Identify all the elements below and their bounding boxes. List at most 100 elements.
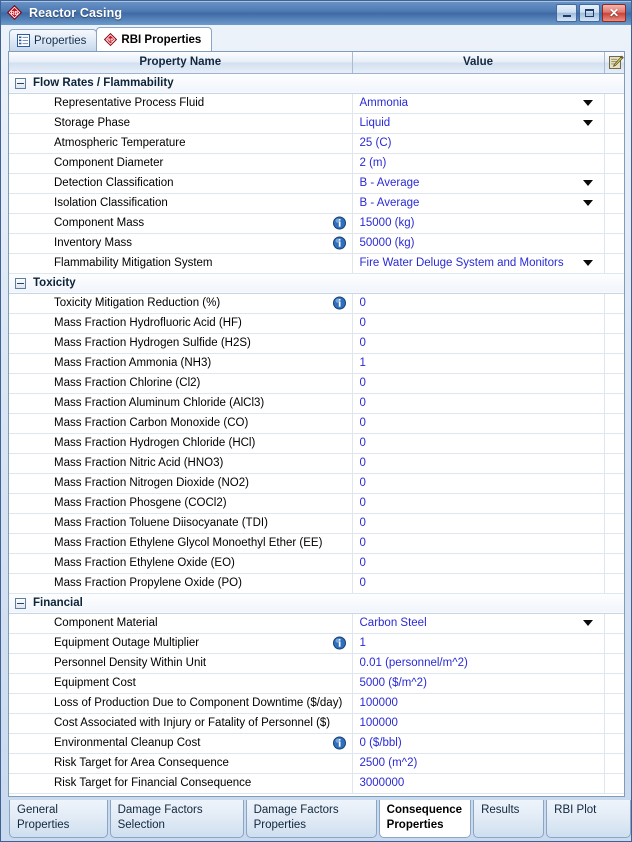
property-value-cell[interactable]: 0.01 (personnel/m^2) (352, 653, 605, 674)
property-row[interactable]: Mass Fraction Phosgene (COCl2) 0 (9, 493, 624, 514)
group-header-row[interactable]: Flow Rates / Flammability (9, 73, 624, 94)
property-value-cell[interactable]: B - Average (352, 193, 605, 214)
property-row[interactable]: Flammability Mitigation System Fire Water… (9, 253, 624, 274)
property-value-cell[interactable]: 25 (C) (352, 133, 605, 154)
info-icon[interactable] (332, 636, 346, 650)
property-value-cell[interactable]: 0 (352, 533, 605, 554)
property-row[interactable]: Risk Target for Financial Consequence 300… (9, 773, 624, 794)
chevron-down-icon[interactable] (582, 620, 593, 626)
property-row[interactable]: Mass Fraction Aluminum Chloride (AlCl3) 0 (9, 393, 624, 414)
property-value-cell[interactable]: 2 (m) (352, 153, 605, 174)
collapse-expander-icon[interactable] (15, 277, 26, 289)
property-value-cell[interactable]: Liquid (352, 113, 605, 134)
chevron-down-icon[interactable] (582, 120, 593, 126)
property-value-cell[interactable]: 50000 (kg) (352, 233, 605, 254)
property-value-cell[interactable]: 3000000 (352, 773, 605, 794)
property-row[interactable]: Mass Fraction Ethylene Glycol Monoethyl … (9, 533, 624, 554)
info-icon[interactable] (332, 736, 346, 750)
collapse-expander-icon[interactable] (15, 77, 26, 89)
chevron-down-icon[interactable] (582, 100, 593, 106)
bottom-tab[interactable]: Damage Factors Properties (245, 800, 377, 838)
bottom-tab[interactable]: Results (473, 800, 545, 838)
property-value-cell[interactable]: 0 (352, 473, 605, 494)
info-icon[interactable] (332, 216, 346, 230)
svg-text:RB: RB (11, 11, 19, 17)
bottom-tab[interactable]: RBI Plot (546, 800, 631, 838)
property-row[interactable]: Detection Classification B - Average (9, 173, 624, 194)
info-icon[interactable] (332, 296, 346, 310)
property-row[interactable]: Toxicity Mitigation Reduction (%) 0 (9, 293, 624, 314)
property-row[interactable]: Risk Target for Area Consequence 2500 (m^… (9, 753, 624, 774)
property-row[interactable]: Loss of Production Due to Component Down… (9, 693, 624, 714)
bottom-tab[interactable]: Consequence Properties (378, 800, 472, 838)
property-value-cell[interactable]: 1 (352, 633, 605, 654)
property-row[interactable]: Mass Fraction Hydrofluoric Acid (HF) 0 (9, 313, 624, 334)
property-row[interactable]: Component Material Carbon Steel (9, 613, 624, 634)
minimize-button[interactable] (556, 4, 577, 22)
column-header-property-name[interactable]: Property Name (9, 52, 353, 74)
close-button[interactable]: ✕ (602, 4, 626, 22)
bottom-tab[interactable]: General Properties (9, 800, 108, 838)
property-value-cell[interactable]: 100000 (352, 713, 605, 734)
property-row[interactable]: Mass Fraction Ethylene Oxide (EO) 0 (9, 553, 624, 574)
property-row[interactable]: Inventory Mass 50000 (kg) (9, 233, 624, 254)
property-row[interactable]: Component Mass 15000 (kg) (9, 213, 624, 234)
property-row[interactable]: Mass Fraction Carbon Monoxide (CO) 0 (9, 413, 624, 434)
property-value-cell[interactable]: 15000 (kg) (352, 213, 605, 234)
group-header-row[interactable]: Financial (9, 593, 624, 614)
chevron-down-icon[interactable] (582, 180, 593, 186)
property-row[interactable]: Mass Fraction Hydrogen Chloride (HCl) 0 (9, 433, 624, 454)
property-row[interactable]: Mass Fraction Propylene Oxide (PO) 0 (9, 573, 624, 594)
property-row[interactable]: Component Diameter 2 (m) (9, 153, 624, 174)
chevron-down-icon[interactable] (582, 200, 593, 206)
tab-properties[interactable]: Properties (9, 29, 98, 51)
property-name-label: Atmospheric Temperature (54, 137, 186, 149)
property-value-cell[interactable]: 0 (352, 393, 605, 414)
info-icon[interactable] (332, 236, 346, 250)
property-value-cell[interactable]: 0 (352, 493, 605, 514)
property-value-cell[interactable]: 0 ($/bbl) (352, 733, 605, 754)
column-header-value[interactable]: Value (352, 52, 605, 74)
property-row[interactable]: Mass Fraction Nitric Acid (HNO3) 0 (9, 453, 624, 474)
property-value-cell[interactable]: 0 (352, 573, 605, 594)
property-value-cell[interactable]: 100000 (352, 693, 605, 714)
maximize-button[interactable] (579, 4, 600, 22)
property-value-cell[interactable]: 0 (352, 433, 605, 454)
property-value-cell[interactable]: 0 (352, 313, 605, 334)
property-row[interactable]: Atmospheric Temperature 25 (C) (9, 133, 624, 154)
property-row[interactable]: Personnel Density Within Unit 0.01 (perso… (9, 653, 624, 674)
property-row[interactable]: Storage Phase Liquid (9, 113, 624, 134)
property-row[interactable]: Equipment Outage Multiplier 1 (9, 633, 624, 654)
column-header-edit[interactable] (604, 52, 624, 74)
property-value-cell[interactable]: 1 (352, 353, 605, 374)
property-row[interactable]: Isolation Classification B - Average (9, 193, 624, 214)
property-row[interactable]: Mass Fraction Hydrogen Sulfide (H2S) 0 (9, 333, 624, 354)
property-row[interactable]: Mass Fraction Chlorine (Cl2) 0 (9, 373, 624, 394)
property-value-cell[interactable]: 0 (352, 553, 605, 574)
property-value-cell[interactable]: Ammonia (352, 93, 605, 114)
group-header-row[interactable]: Toxicity (9, 273, 624, 294)
property-value-cell[interactable]: B - Average (352, 173, 605, 194)
property-row[interactable]: Mass Fraction Nitrogen Dioxide (NO2) 0 (9, 473, 624, 494)
property-value-cell[interactable]: 0 (352, 333, 605, 354)
property-row[interactable]: Mass Fraction Ammonia (NH3) 1 (9, 353, 624, 374)
property-value-cell[interactable]: 2500 (m^2) (352, 753, 605, 774)
collapse-expander-icon[interactable] (15, 597, 26, 609)
property-value-cell[interactable]: 0 (352, 293, 605, 314)
property-value-cell[interactable]: Fire Water Deluge System and Monitors (352, 253, 605, 274)
property-value-cell[interactable]: Carbon Steel (352, 613, 605, 634)
bottom-tab[interactable]: Damage Factors Selection (109, 800, 244, 838)
property-row[interactable]: Mass Fraction Toluene Diisocyanate (TDI)… (9, 513, 624, 534)
property-row[interactable]: Equipment Cost 5000 ($/m^2) (9, 673, 624, 694)
property-row[interactable]: Representative Process Fluid Ammonia (9, 93, 624, 114)
property-row[interactable]: Environmental Cleanup Cost 0 ($/bbl) (9, 733, 624, 754)
tab-rbi-properties[interactable]: RB RBI Properties (96, 27, 213, 51)
property-value-cell[interactable]: 0 (352, 453, 605, 474)
property-name-cell: Mass Fraction Carbon Monoxide (CO) (9, 413, 353, 434)
chevron-down-icon[interactable] (582, 260, 593, 266)
property-row[interactable]: Cost Associated with Injury or Fatality … (9, 713, 624, 734)
property-value-cell[interactable]: 0 (352, 373, 605, 394)
property-value-cell[interactable]: 0 (352, 513, 605, 534)
property-value-cell[interactable]: 5000 ($/m^2) (352, 673, 605, 694)
property-value-cell[interactable]: 0 (352, 413, 605, 434)
